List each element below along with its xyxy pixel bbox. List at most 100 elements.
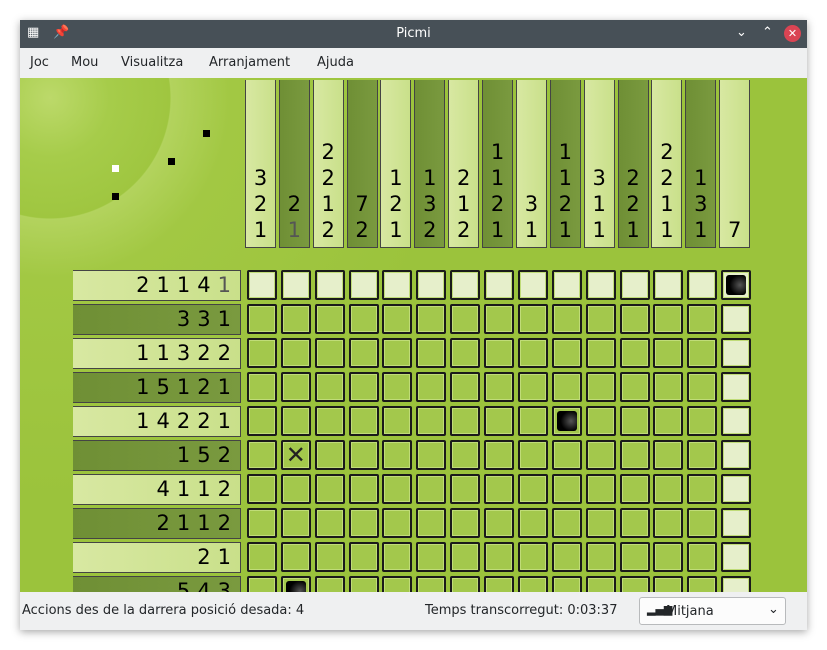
grid-cell[interactable]: [585, 474, 616, 504]
grid-cell[interactable]: [247, 270, 277, 300]
grid-cell[interactable]: [687, 508, 718, 538]
grid-cell[interactable]: [348, 304, 379, 334]
grid-cell[interactable]: [585, 372, 616, 402]
grid-cell[interactable]: [348, 474, 379, 504]
grid-cell[interactable]: [416, 440, 447, 470]
grid-cell[interactable]: [484, 372, 515, 402]
grid-cell[interactable]: [517, 576, 548, 592]
grid-cell[interactable]: [653, 338, 684, 368]
grid-cell[interactable]: ✕: [280, 440, 311, 470]
grid-cell[interactable]: [517, 338, 548, 368]
grid-cell[interactable]: [247, 508, 277, 538]
grid-cell[interactable]: [450, 542, 481, 572]
grid-cell[interactable]: [484, 304, 515, 334]
grid-cell[interactable]: [314, 542, 345, 572]
difficulty-select[interactable]: ▂▄▆ Mitjana ⌄: [639, 597, 786, 625]
grid-cell[interactable]: [280, 372, 311, 402]
grid-cell[interactable]: [551, 338, 582, 368]
grid-cell[interactable]: [551, 474, 582, 504]
grid-cell[interactable]: [382, 542, 413, 572]
grid-cell[interactable]: [484, 406, 515, 436]
grid-cell[interactable]: [280, 474, 311, 504]
grid-cell[interactable]: [348, 270, 379, 300]
grid-cell[interactable]: [721, 576, 752, 592]
grid-cell[interactable]: [619, 338, 650, 368]
grid-cell[interactable]: [551, 406, 582, 436]
grid-cell[interactable]: [348, 406, 379, 436]
grid-cell[interactable]: [280, 542, 311, 572]
grid-cell[interactable]: [314, 372, 345, 402]
grid-cell[interactable]: [619, 372, 650, 402]
grid-cell[interactable]: [653, 508, 684, 538]
grid-cell[interactable]: [484, 542, 515, 572]
grid-cell[interactable]: [585, 440, 616, 470]
menu-mou[interactable]: Mou: [71, 55, 98, 70]
grid-cell[interactable]: [280, 338, 311, 368]
grid-cell[interactable]: [721, 542, 752, 572]
grid-cell[interactable]: [687, 440, 718, 470]
grid-cell[interactable]: [314, 270, 345, 300]
grid-cell[interactable]: [721, 440, 752, 470]
grid-cell[interactable]: [721, 474, 752, 504]
grid-cell[interactable]: [687, 542, 718, 572]
grid-cell[interactable]: [484, 576, 515, 592]
grid-cell[interactable]: [450, 372, 481, 402]
grid-cell[interactable]: [450, 338, 481, 368]
grid-cell[interactable]: [382, 508, 413, 538]
grid-cell[interactable]: [619, 304, 650, 334]
grid-cell[interactable]: [416, 304, 447, 334]
grid-cell[interactable]: [348, 508, 379, 538]
grid-cell[interactable]: [517, 304, 548, 334]
grid-cell[interactable]: [721, 508, 752, 538]
grid-cell[interactable]: [721, 270, 752, 300]
grid-cell[interactable]: [247, 576, 277, 592]
grid-cell[interactable]: [280, 304, 311, 334]
grid-cell[interactable]: [416, 508, 447, 538]
grid-cell[interactable]: [314, 440, 345, 470]
grid-cell[interactable]: [247, 542, 277, 572]
menu-ajuda[interactable]: Ajuda: [317, 55, 354, 70]
grid-cell[interactable]: [619, 542, 650, 572]
grid-cell[interactable]: [687, 406, 718, 436]
grid-cell[interactable]: [551, 542, 582, 572]
grid-cell[interactable]: [314, 474, 345, 504]
grid-cell[interactable]: [517, 474, 548, 504]
grid-cell[interactable]: [484, 270, 515, 300]
grid-cell[interactable]: [450, 474, 481, 504]
grid-cell[interactable]: [585, 406, 616, 436]
grid-cell[interactable]: [517, 270, 548, 300]
grid-cell[interactable]: [653, 576, 684, 592]
grid-cell[interactable]: [314, 304, 345, 334]
grid-cell[interactable]: [382, 576, 413, 592]
grid-cell[interactable]: [551, 270, 582, 300]
grid-cell[interactable]: [585, 270, 616, 300]
grid-cell[interactable]: [416, 542, 447, 572]
grid-cell[interactable]: [247, 406, 277, 436]
grid-cell[interactable]: [348, 576, 379, 592]
minimize-button[interactable]: ⌄: [736, 25, 747, 40]
grid-cell[interactable]: [247, 304, 277, 334]
grid-cell[interactable]: [653, 270, 684, 300]
grid-cell[interactable]: [721, 338, 752, 368]
grid-cell[interactable]: [619, 270, 650, 300]
grid-cell[interactable]: [280, 270, 311, 300]
grid-cell[interactable]: [382, 338, 413, 368]
grid-cell[interactable]: [484, 508, 515, 538]
grid-cell[interactable]: [382, 474, 413, 504]
grid-cell[interactable]: [247, 440, 277, 470]
grid-cell[interactable]: [517, 406, 548, 436]
grid-cell[interactable]: [517, 542, 548, 572]
grid-cell[interactable]: [721, 372, 752, 402]
grid-cell[interactable]: [348, 338, 379, 368]
grid-cell[interactable]: [619, 474, 650, 504]
menu-visualitza[interactable]: Visualitza: [121, 55, 183, 70]
grid-cell[interactable]: [450, 304, 481, 334]
grid-cell[interactable]: [382, 270, 413, 300]
grid-cell[interactable]: [721, 406, 752, 436]
grid-cell[interactable]: [687, 338, 718, 368]
grid-cell[interactable]: [416, 576, 447, 592]
grid-cell[interactable]: [517, 372, 548, 402]
grid-cell[interactable]: [619, 406, 650, 436]
grid-cell[interactable]: [551, 304, 582, 334]
grid-cell[interactable]: [314, 508, 345, 538]
